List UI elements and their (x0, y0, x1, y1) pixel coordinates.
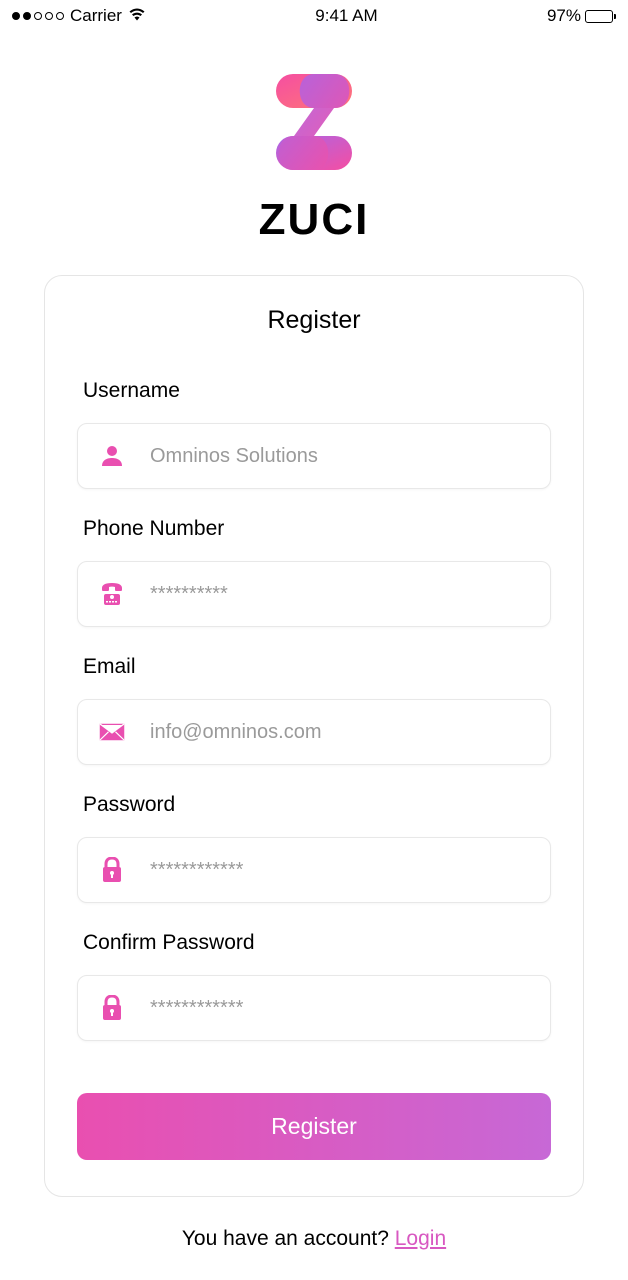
card-title: Register (77, 306, 551, 335)
email-input-wrap[interactable] (77, 699, 551, 765)
password-label: Password (77, 793, 551, 817)
footer-text: You have an account? Login (0, 1227, 628, 1251)
email-group: Email (77, 655, 551, 765)
logo-mark-icon (254, 62, 374, 187)
logo-text: ZUCI (0, 195, 628, 245)
password-input-wrap[interactable] (77, 837, 551, 903)
phone-group: Phone Number (77, 517, 551, 627)
confirm-password-input[interactable] (150, 997, 530, 1020)
status-bar: Carrier 9:41 AM 97% (0, 0, 628, 32)
confirm-password-label: Confirm Password (77, 931, 551, 955)
phone-icon (98, 580, 126, 608)
register-button[interactable]: Register (77, 1093, 551, 1160)
logo-section: ZUCI (0, 62, 628, 245)
status-time: 9:41 AM (315, 6, 377, 26)
wifi-icon (128, 6, 146, 26)
battery-icon (585, 10, 616, 23)
username-group: Username (77, 379, 551, 489)
status-left: Carrier (12, 6, 146, 26)
status-right: 97% (547, 6, 616, 26)
password-group: Password (77, 793, 551, 903)
email-label: Email (77, 655, 551, 679)
login-link[interactable]: Login (395, 1227, 446, 1250)
phone-label: Phone Number (77, 517, 551, 541)
confirm-password-group: Confirm Password (77, 931, 551, 1041)
username-input-wrap[interactable] (77, 423, 551, 489)
lock-icon (98, 856, 126, 884)
footer-prompt: You have an account? (182, 1227, 395, 1250)
lock-icon (98, 994, 126, 1022)
confirm-password-input-wrap[interactable] (77, 975, 551, 1041)
email-input[interactable] (150, 721, 530, 744)
password-input[interactable] (150, 859, 530, 882)
register-card: Register Username Phone Number (44, 275, 584, 1197)
user-icon (98, 442, 126, 470)
phone-input[interactable] (150, 583, 530, 606)
battery-percentage: 97% (547, 6, 581, 26)
mail-icon (98, 718, 126, 746)
carrier-label: Carrier (70, 6, 122, 26)
username-input[interactable] (150, 445, 530, 468)
phone-input-wrap[interactable] (77, 561, 551, 627)
username-label: Username (77, 379, 551, 403)
signal-strength-icon (12, 12, 64, 20)
